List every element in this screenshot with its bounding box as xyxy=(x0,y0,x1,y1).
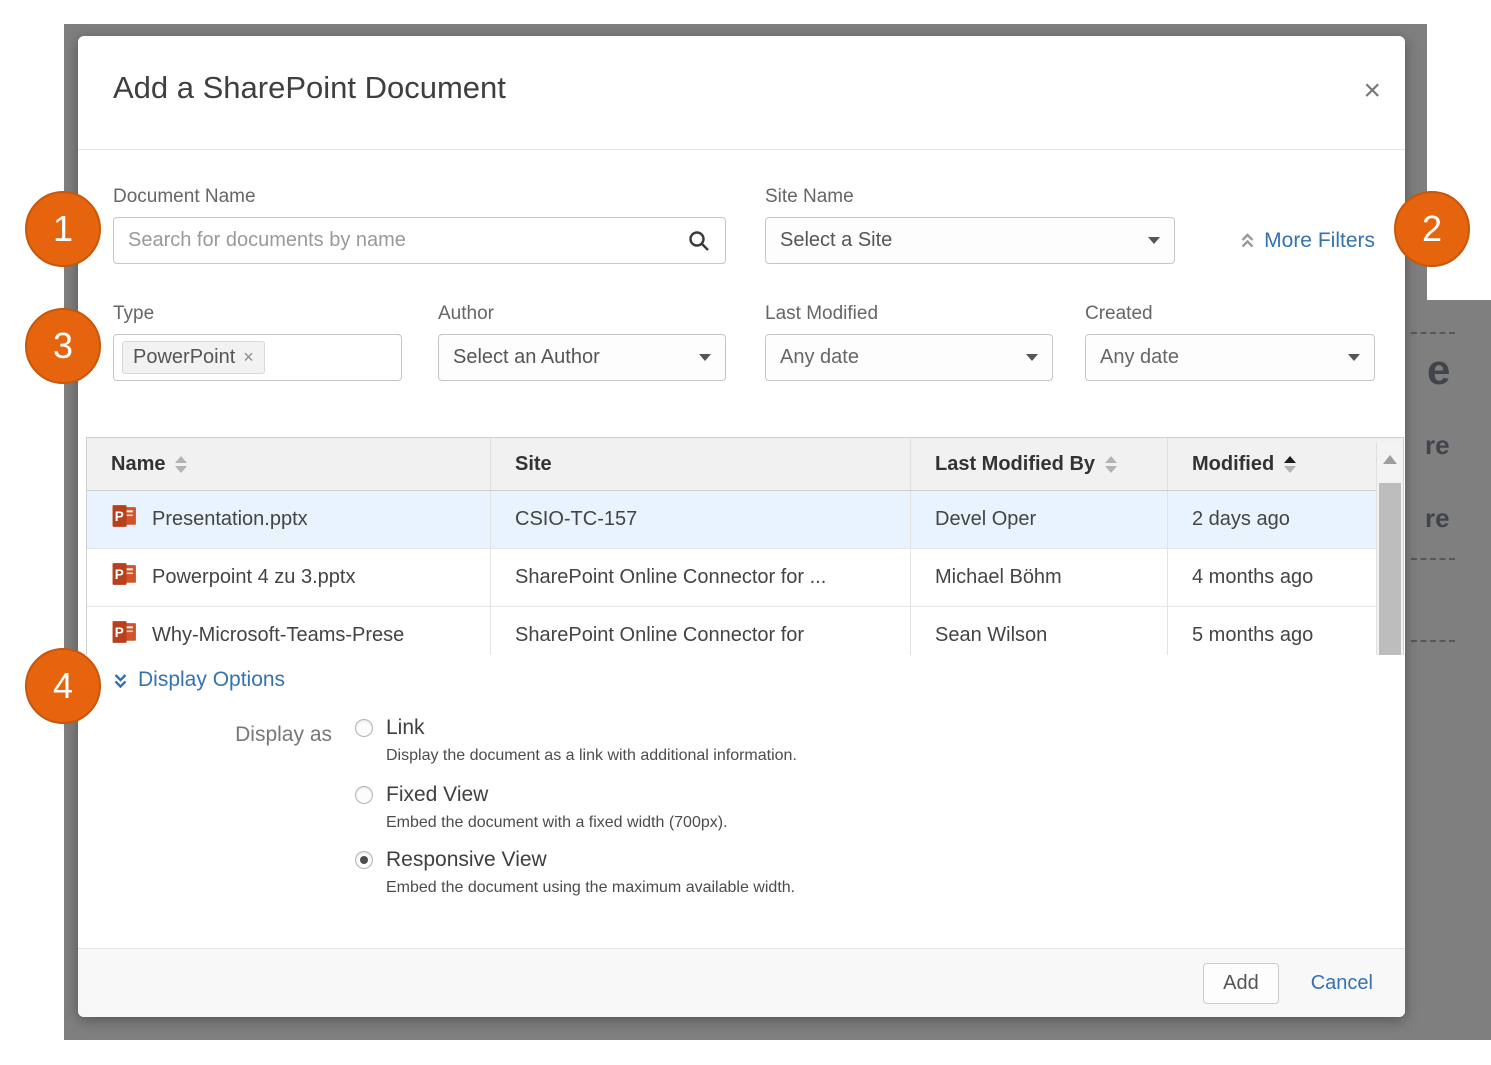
last-modified-by: Sean Wilson xyxy=(935,624,1047,647)
background-text-fragment: re xyxy=(1425,430,1450,461)
document-name-label: Document Name xyxy=(113,186,256,208)
chevron-down-icon xyxy=(699,354,711,361)
more-filters-label: More Filters xyxy=(1264,229,1375,253)
powerpoint-icon: P xyxy=(111,561,138,594)
document-name: Why-Microsoft-Teams-Prese xyxy=(152,624,404,647)
screen: e re re Add a SharePoint Document × Docu… xyxy=(0,0,1491,1065)
column-header-site[interactable]: Site xyxy=(491,438,911,490)
background-dashed-line xyxy=(1411,640,1455,642)
close-icon[interactable]: × xyxy=(1363,76,1381,106)
last-modified-select[interactable]: Any date xyxy=(765,334,1053,381)
background-dashed-line xyxy=(1411,558,1455,560)
table-row[interactable]: P Presentation.pptx CSIO-TC-157 Devel Op… xyxy=(87,491,1403,549)
background-dashed-line xyxy=(1411,332,1455,334)
dialog-header: Add a SharePoint Document × xyxy=(78,36,1405,150)
document-name: Powerpoint 4 zu 3.pptx xyxy=(152,566,355,589)
chevrons-down-icon xyxy=(113,672,128,689)
search-icon[interactable] xyxy=(687,229,711,253)
modified-date: 4 months ago xyxy=(1192,566,1313,589)
radio-link[interactable] xyxy=(355,719,373,737)
site-name: SharePoint Online Connector for ... xyxy=(515,566,826,589)
annotation-badge-2: 2 xyxy=(1394,191,1470,267)
last-modified-label: Last Modified xyxy=(765,303,878,325)
radio-link-description: Display the document as a link with addi… xyxy=(386,747,797,765)
annotation-badge-1: 1 xyxy=(25,191,101,267)
scrollbar-thumb[interactable] xyxy=(1379,483,1401,655)
document-name-input[interactable] xyxy=(128,229,687,252)
radio-fixed-view-label[interactable]: Fixed View xyxy=(386,783,488,807)
author-label: Author xyxy=(438,303,494,325)
site-select-value: Select a Site xyxy=(780,229,892,252)
column-header-modified[interactable]: Modified xyxy=(1168,438,1351,490)
svg-text:P: P xyxy=(115,625,124,640)
scroll-up-icon[interactable] xyxy=(1383,455,1397,464)
documents-table: Name Site Last Modified By Modified xyxy=(86,437,1404,655)
display-options-label: Display Options xyxy=(138,668,285,692)
modal-backdrop-right: e re re xyxy=(1427,300,1491,1040)
type-filter-box[interactable]: PowerPoint × xyxy=(113,334,402,381)
modified-date: 2 days ago xyxy=(1192,508,1290,531)
table-scrollbar[interactable] xyxy=(1376,443,1403,655)
dialog-footer: Add Cancel xyxy=(78,948,1405,1017)
site-name-label: Site Name xyxy=(765,186,854,208)
svg-text:P: P xyxy=(115,509,124,524)
author-select-value: Select an Author xyxy=(453,346,600,369)
annotation-badge-3: 3 xyxy=(25,308,101,384)
radio-fixed-view[interactable] xyxy=(355,786,373,804)
background-text-fragment: e xyxy=(1427,346,1450,394)
dialog-title: Add a SharePoint Document xyxy=(113,70,506,106)
add-sharepoint-document-dialog: Add a SharePoint Document × Document Nam… xyxy=(78,36,1405,1017)
document-name-searchbox[interactable] xyxy=(113,217,726,264)
radio-responsive-view[interactable] xyxy=(355,851,373,869)
type-label: Type xyxy=(113,303,154,325)
more-filters-link[interactable]: More Filters xyxy=(1240,217,1375,264)
sort-icon xyxy=(175,456,187,473)
display-option-fixed-view: Fixed View Embed the document with a fix… xyxy=(355,783,728,832)
type-tag-label: PowerPoint xyxy=(133,346,235,369)
display-as-label: Display as xyxy=(218,723,332,747)
powerpoint-icon: P xyxy=(111,619,138,652)
display-option-link: Link Display the document as a link with… xyxy=(355,716,797,765)
powerpoint-icon: P xyxy=(111,503,138,536)
radio-fixed-view-description: Embed the document with a fixed width (7… xyxy=(386,814,728,832)
sort-asc-icon xyxy=(1284,456,1296,473)
radio-link-label[interactable]: Link xyxy=(386,716,425,740)
column-header-last-modified-by[interactable]: Last Modified By xyxy=(911,438,1168,490)
annotation-badge-4: 4 xyxy=(25,648,101,724)
last-modified-select-value: Any date xyxy=(780,346,859,369)
chevrons-up-icon xyxy=(1240,232,1255,249)
site-name: SharePoint Online Connector for xyxy=(515,624,804,647)
sort-icon xyxy=(1105,456,1117,473)
document-name: Presentation.pptx xyxy=(152,508,308,531)
table-row[interactable]: P Powerpoint 4 zu 3.pptx SharePoint Onli… xyxy=(87,549,1403,607)
created-select-value: Any date xyxy=(1100,346,1179,369)
add-button[interactable]: Add xyxy=(1203,963,1279,1004)
chevron-down-icon xyxy=(1348,354,1360,361)
column-header-name[interactable]: Name xyxy=(87,438,491,490)
last-modified-by: Michael Böhm xyxy=(935,566,1062,589)
created-label: Created xyxy=(1085,303,1153,325)
remove-tag-icon[interactable]: × xyxy=(243,347,254,368)
svg-text:P: P xyxy=(115,567,124,582)
display-options-toggle[interactable]: Display Options xyxy=(113,668,285,692)
type-tag-powerpoint: PowerPoint × xyxy=(122,341,265,374)
radio-responsive-view-description: Embed the document using the maximum ava… xyxy=(386,879,795,897)
chevron-down-icon xyxy=(1026,354,1038,361)
created-select[interactable]: Any date xyxy=(1085,334,1375,381)
table-row[interactable]: P Why-Microsoft-Teams-Prese SharePoint O… xyxy=(87,607,1403,655)
background-text-fragment: re xyxy=(1425,503,1450,534)
site-name: CSIO-TC-157 xyxy=(515,508,637,531)
display-option-responsive-view: Responsive View Embed the document using… xyxy=(355,848,795,897)
chevron-down-icon xyxy=(1148,237,1160,244)
cancel-button[interactable]: Cancel xyxy=(1311,972,1373,995)
modified-date: 5 months ago xyxy=(1192,624,1313,647)
author-select[interactable]: Select an Author xyxy=(438,334,726,381)
table-header-row: Name Site Last Modified By Modified xyxy=(87,438,1403,491)
site-select[interactable]: Select a Site xyxy=(765,217,1175,264)
radio-responsive-view-label[interactable]: Responsive View xyxy=(386,848,547,872)
last-modified-by: Devel Oper xyxy=(935,508,1036,531)
